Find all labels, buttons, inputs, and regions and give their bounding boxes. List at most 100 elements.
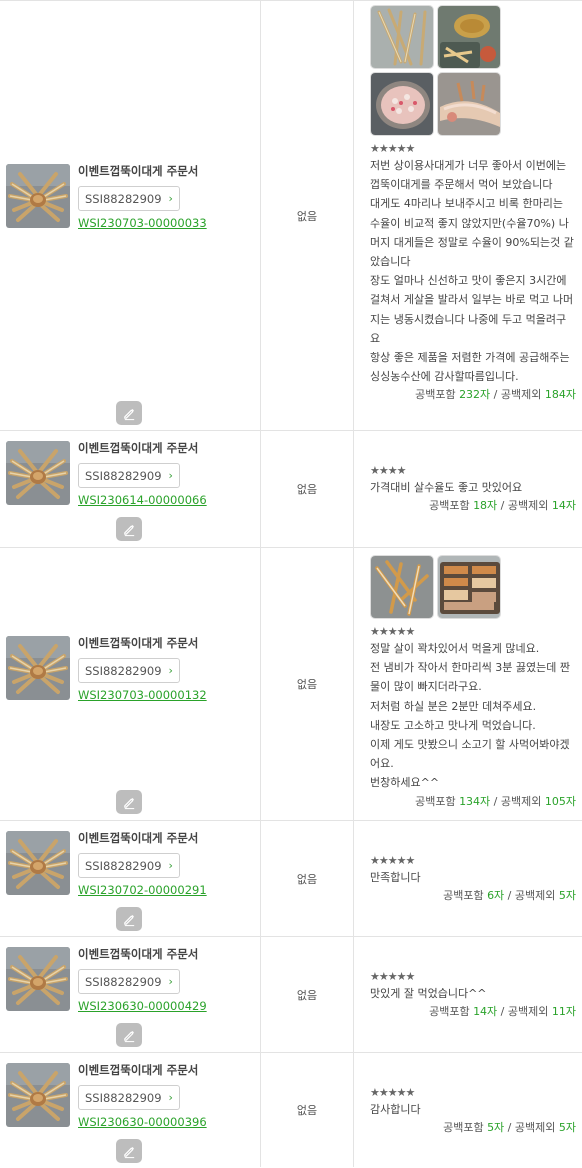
order-number-link[interactable]: WSI230614-00000066: [78, 493, 207, 507]
review-row: 이벤트껍뚝이대게 주문서 SSI88282909 › WSI230703-0000…: [0, 1, 582, 431]
product-code-tag[interactable]: SSI88282909 ›: [78, 853, 180, 878]
char-count: 공백포함 5자 / 공백제외 5자: [370, 1120, 576, 1136]
count-with-space: 5자: [487, 1121, 505, 1135]
product-code-tag[interactable]: SSI88282909 ›: [78, 658, 180, 683]
product-cell: 이벤트껍뚝이대게 주문서 SSI88282909 › WSI230703-0000…: [0, 1, 261, 430]
count-separator: /: [497, 499, 508, 513]
star-rating: ★★★★★: [370, 142, 415, 155]
order-number-link[interactable]: WSI230630-00000396: [78, 1115, 207, 1129]
review-cell: ★★★★★ 만족합니다 공백포함 6자 / 공백제외 5자: [354, 821, 582, 936]
star-rating: ★★★★: [370, 464, 406, 477]
product-name: 이벤트껍뚝이대게 주문서: [78, 441, 199, 455]
count-with-space-label: 공백포함: [443, 889, 484, 903]
edit-review-button[interactable]: [116, 1139, 142, 1163]
review-photo[interactable]: [370, 555, 434, 619]
star-rating: ★★★★★: [370, 854, 415, 867]
order-number-link[interactable]: WSI230702-00000291: [78, 883, 207, 897]
count-without-space: 105자: [544, 794, 576, 808]
chevron-right-icon: ›: [168, 664, 173, 677]
count-without-space: 11자: [551, 1005, 576, 1019]
star-rating: ★★★★★: [370, 625, 415, 638]
edit-review-button[interactable]: [116, 517, 142, 541]
review-photo[interactable]: [437, 5, 501, 69]
char-count: 공백포함 134자 / 공백제외 105자: [370, 794, 576, 810]
review-cell: ★★★★★ 맛있게 잘 먹었습니다^^ 공백포함 14자 / 공백제외 11자: [354, 937, 582, 1052]
product-name: 이벤트껍뚝이대게 주문서: [78, 636, 199, 650]
pencil-icon: [122, 912, 137, 927]
review-text: 맛있게 잘 먹었습니다^^: [370, 987, 487, 1000]
edit-review-button[interactable]: [116, 790, 142, 814]
count-without-space-label: 공백제외: [500, 794, 542, 808]
char-count: 공백포함 14자 / 공백제외 11자: [370, 1004, 576, 1020]
pencil-icon: [122, 406, 137, 421]
review-photo[interactable]: [370, 5, 434, 69]
product-cell: 이벤트껍뚝이대게 주문서 SSI88282909 › WSI230703-0000…: [0, 548, 261, 820]
edit-review-button[interactable]: [116, 1023, 142, 1047]
edit-review-button[interactable]: [116, 907, 142, 931]
count-separator: /: [504, 1121, 515, 1135]
product-thumbnail[interactable]: [6, 164, 70, 228]
product-thumbnail[interactable]: [6, 831, 70, 895]
chevron-right-icon: ›: [168, 1091, 173, 1104]
count-with-space-label: 공백포함: [429, 1005, 470, 1019]
product-code-tag[interactable]: SSI88282909 ›: [78, 969, 180, 994]
count-without-space-label: 공백제외: [500, 388, 542, 402]
count-without-space-label: 공백제외: [514, 1121, 556, 1135]
review-row: 이벤트껍뚝이대게 주문서 SSI88282909 › WSI230614-0000…: [0, 431, 582, 548]
count-separator: /: [490, 388, 501, 402]
count-with-space-label: 공백포함: [415, 794, 456, 808]
review-photo[interactable]: [437, 72, 501, 136]
review-cell: ★★★★★ 감사합니다 공백포함 5자 / 공백제외 5자: [354, 1053, 582, 1167]
edit-review-button[interactable]: [116, 401, 142, 425]
count-without-space-label: 공백제외: [514, 889, 556, 903]
product-thumbnail[interactable]: [6, 636, 70, 700]
chevron-right-icon: ›: [168, 859, 173, 872]
product-code: SSI88282909: [85, 663, 162, 678]
review-row: 이벤트껍뚝이대게 주문서 SSI88282909 › WSI230630-0000…: [0, 1053, 582, 1167]
chevron-right-icon: ›: [168, 192, 173, 205]
count-with-space-label: 공백포함: [443, 1121, 484, 1135]
review-photo[interactable]: [370, 72, 434, 136]
char-count: 공백포함 18자 / 공백제외 14자: [370, 498, 576, 514]
chevron-right-icon: ›: [168, 469, 173, 482]
chevron-right-icon: ›: [168, 975, 173, 988]
star-rating: ★★★★★: [370, 970, 415, 983]
review-photo[interactable]: [437, 555, 501, 619]
review-row: 이벤트껍뚝이대게 주문서 SSI88282909 › WSI230702-0000…: [0, 821, 582, 937]
count-without-space: 184자: [544, 388, 576, 402]
review-cell: ★★★★ 가격대비 살수율도 좋고 맛있어요 공백포함 18자 / 공백제외 1…: [354, 431, 582, 547]
product-code: SSI88282909: [85, 191, 162, 206]
count-with-space-label: 공백포함: [429, 499, 470, 513]
product-cell: 이벤트껍뚝이대게 주문서 SSI88282909 › WSI230630-0000…: [0, 937, 261, 1052]
option-cell: 없음: [261, 1053, 354, 1167]
count-without-space: 5자: [558, 889, 576, 903]
order-number-link[interactable]: WSI230630-00000429: [78, 999, 207, 1013]
count-separator: /: [490, 794, 501, 808]
review-row: 이벤트껍뚝이대게 주문서 SSI88282909 › WSI230630-0000…: [0, 937, 582, 1053]
product-code-tag[interactable]: SSI88282909 ›: [78, 186, 180, 211]
option-cell: 없음: [261, 1, 354, 430]
option-cell: 없음: [261, 937, 354, 1052]
count-without-space: 14자: [551, 499, 576, 513]
order-number-link[interactable]: WSI230703-00000132: [78, 688, 207, 702]
product-code-tag[interactable]: SSI88282909 ›: [78, 1085, 180, 1110]
product-cell: 이벤트껍뚝이대게 주문서 SSI88282909 › WSI230630-0000…: [0, 1053, 261, 1167]
review-cell: ★★★★★ 정말 살이 꽉차있어서 먹을게 많네요. 전 냄비가 작아서 한마리…: [354, 548, 582, 820]
pencil-icon: [122, 795, 137, 810]
product-code: SSI88282909: [85, 468, 162, 483]
count-with-space: 6자: [487, 889, 505, 903]
char-count: 공백포함 6자 / 공백제외 5자: [370, 888, 576, 904]
product-thumbnail[interactable]: [6, 1063, 70, 1127]
product-thumbnail[interactable]: [6, 947, 70, 1011]
pencil-icon: [122, 1144, 137, 1159]
order-number-link[interactable]: WSI230703-00000033: [78, 216, 207, 230]
count-without-space-label: 공백제외: [507, 499, 549, 513]
product-cell: 이벤트껍뚝이대게 주문서 SSI88282909 › WSI230614-0000…: [0, 431, 261, 547]
product-name: 이벤트껍뚝이대게 주문서: [78, 831, 199, 845]
count-with-space: 232자: [459, 388, 491, 402]
count-without-space: 5자: [558, 1121, 576, 1135]
count-separator: /: [504, 889, 515, 903]
count-with-space-label: 공백포함: [415, 388, 456, 402]
product-code-tag[interactable]: SSI88282909 ›: [78, 463, 180, 488]
product-thumbnail[interactable]: [6, 441, 70, 505]
